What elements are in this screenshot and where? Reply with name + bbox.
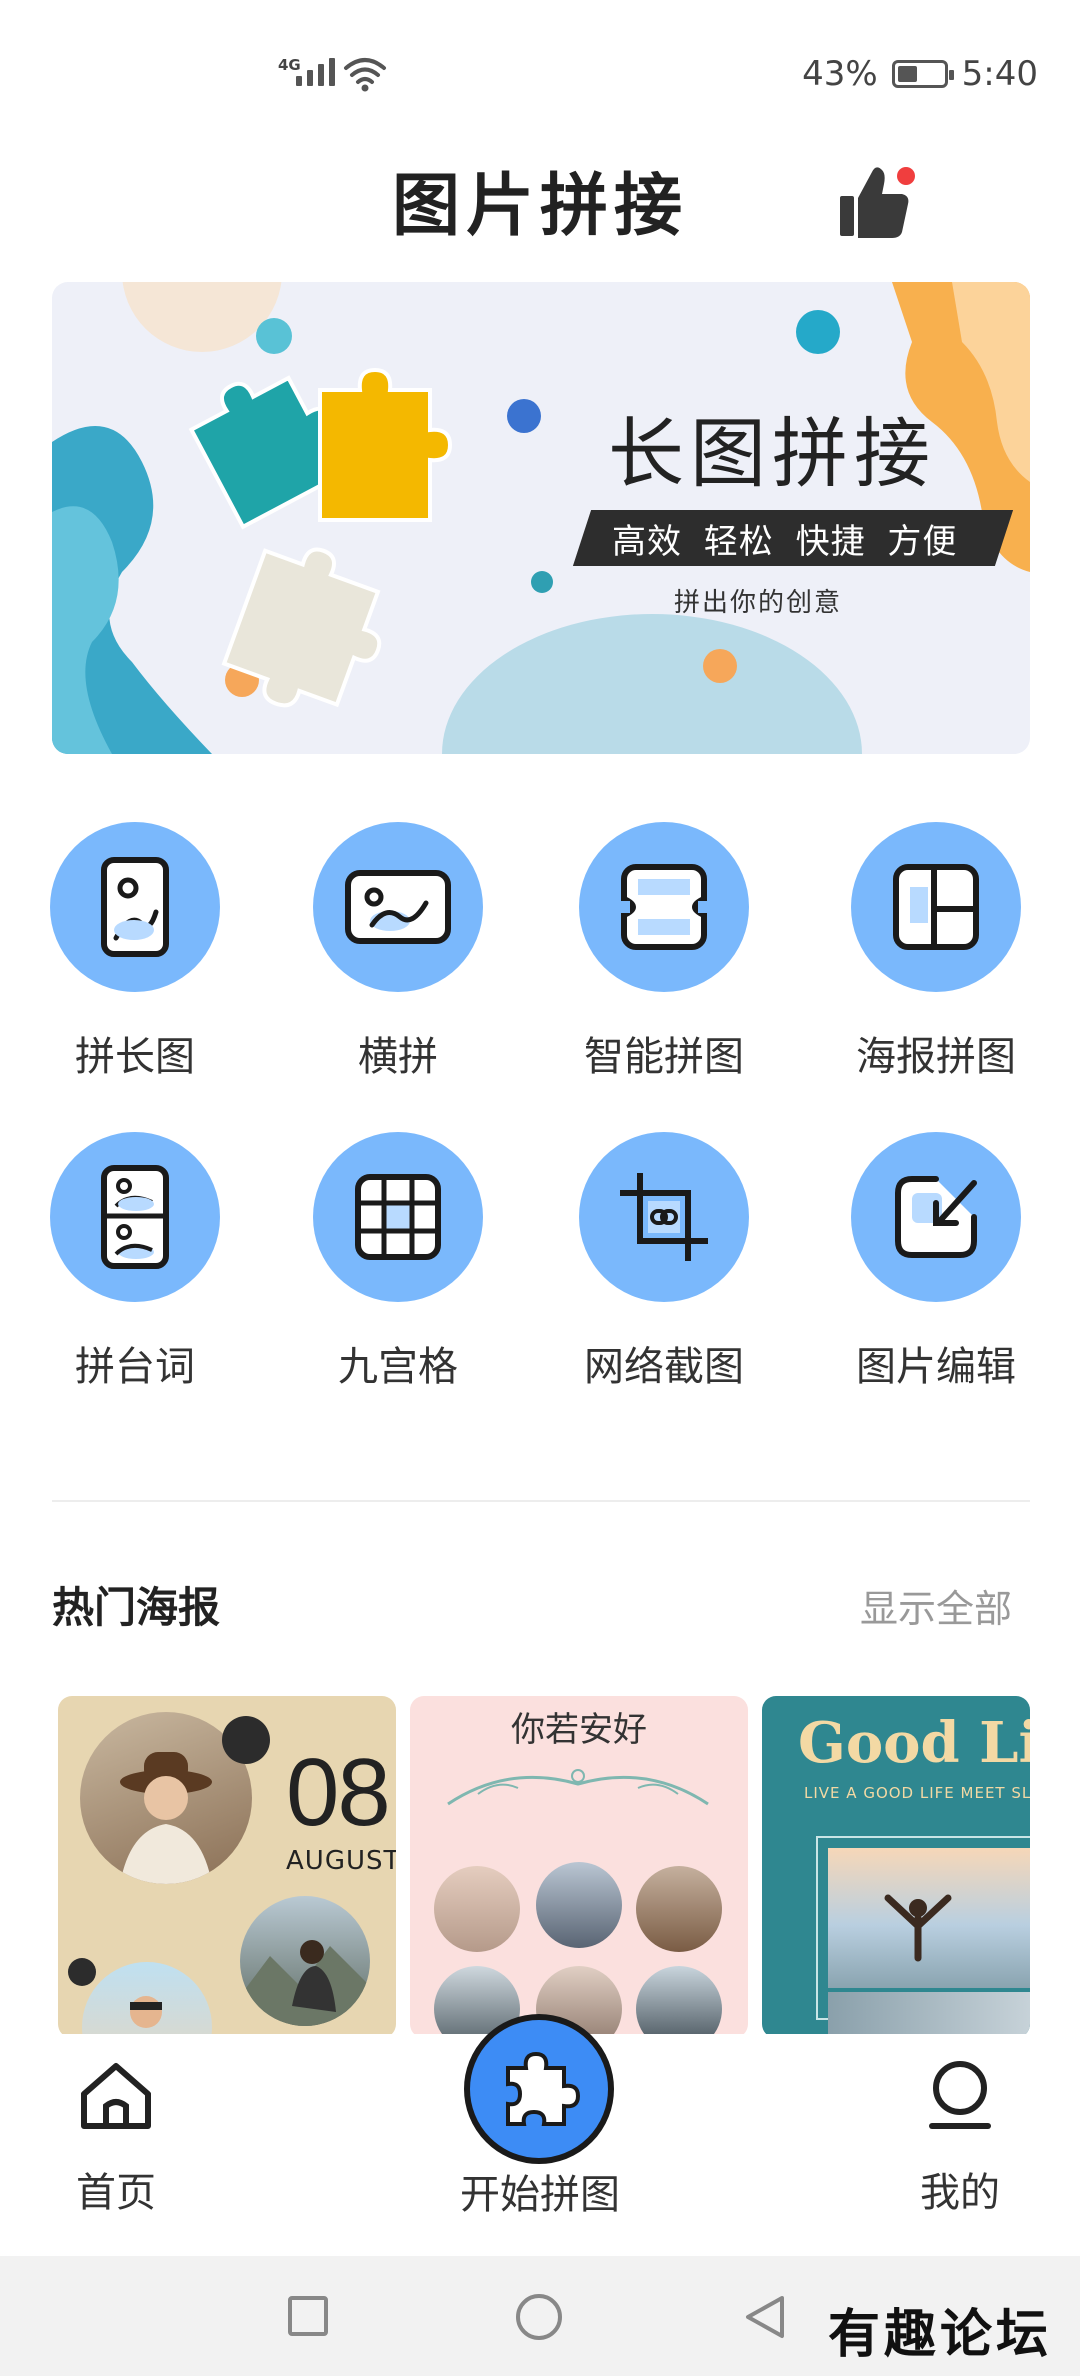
func-horizontal[interactable]: 横拼 [278, 822, 518, 1092]
poster-photo [240, 1896, 370, 2026]
battery-icon [891, 60, 954, 88]
func-label: 智能拼图 [584, 1034, 744, 1080]
func-label: 图片编辑 [856, 1344, 1016, 1390]
poster-card[interactable]: 你若安好 [410, 1696, 748, 2038]
battery-fill [897, 66, 917, 82]
tab-home[interactable]: 首页 [56, 2050, 176, 2216]
poster-subtitle: LIVE A GOOD LIFE MEET SLOW [804, 1784, 1030, 1802]
home-nav-icon[interactable] [516, 2294, 562, 2340]
notification-dot [897, 167, 915, 185]
banner-title: 长图拼接 [608, 409, 936, 498]
signal-icon [296, 58, 335, 86]
func-web-screenshot[interactable]: 网络截图 [544, 1132, 784, 1402]
nine-grid-icon [313, 1132, 483, 1302]
profile-icon [929, 2061, 991, 2129]
poster-title: 你若安好 [511, 1710, 647, 1750]
tab-mine[interactable]: 我的 [900, 2050, 1020, 2216]
clock: 5:40 [961, 54, 1038, 94]
wifi-icon [344, 58, 386, 92]
watermark-logo: 有趣论坛 [827, 2304, 1052, 2365]
divider [52, 1500, 1030, 1502]
status-bar: 4G 43% 5:40 [0, 0, 1080, 140]
poster-photo [828, 1848, 1030, 1988]
func-label: 拼长图 [75, 1034, 195, 1080]
back-icon[interactable] [742, 2292, 788, 2342]
floral-ornament [447, 1769, 709, 1806]
subtitle-stitch-icon [50, 1132, 220, 1302]
image-edit-icon [851, 1132, 1021, 1302]
decor-dot [68, 1958, 96, 1986]
tab-start-label[interactable]: 开始拼图 [420, 2162, 660, 2220]
tab-label: 首页 [76, 2170, 156, 2216]
func-label: 拼台词 [75, 1344, 195, 1390]
poster-layout-icon [851, 822, 1021, 992]
poster-card[interactable]: Good Life LIVE A GOOD LIFE MEET SLOW [762, 1696, 1030, 2038]
horizontal-image-icon [313, 822, 483, 992]
promo-banner[interactable]: 长图拼接 高效 轻松 快捷 方便 拼出你的创意 [52, 282, 1030, 754]
poster-photo [434, 1866, 520, 1952]
poster-title: Good Life [798, 1710, 1030, 1776]
func-label: 网络截图 [584, 1344, 744, 1390]
battery-percent: 43% [802, 54, 878, 94]
decor-dot [222, 1716, 270, 1764]
long-image-icon [50, 822, 220, 992]
func-smart-stitch[interactable]: 智能拼图 [544, 822, 784, 1092]
poster-month: AUGUST [286, 1846, 396, 1876]
smart-stitch-icon [579, 822, 749, 992]
func-long-image[interactable]: 拼长图 [15, 822, 255, 1092]
home-icon [81, 2063, 151, 2129]
func-image-edit[interactable]: 图片编辑 [816, 1132, 1056, 1402]
web-screenshot-icon [579, 1132, 749, 1302]
tab-label: 我的 [920, 2170, 1000, 2216]
func-nine-grid[interactable]: 九宫格 [278, 1132, 518, 1402]
poster-photo [636, 1866, 722, 1952]
poster-card[interactable]: 08 AUGUST [58, 1696, 396, 2038]
poster-photo [536, 1862, 622, 1948]
recents-icon[interactable] [288, 2296, 328, 2336]
func-label: 横拼 [358, 1034, 438, 1080]
puzzle-icon [506, 2051, 581, 2126]
thumbs-up-icon[interactable] [836, 162, 920, 242]
banner-subtitle: 拼出你的创意 [674, 588, 843, 618]
poster-photo [828, 1992, 1030, 2038]
func-label: 海报拼图 [856, 1034, 1016, 1080]
func-subtitle[interactable]: 拼台词 [15, 1132, 255, 1402]
func-poster[interactable]: 海报拼图 [816, 822, 1056, 1092]
poster-photo [82, 1962, 212, 2038]
banner-tags: 高效 轻松 快捷 方便 [612, 522, 958, 562]
start-puzzle-button[interactable] [464, 2014, 614, 2164]
section-title: 热门海报 [52, 1583, 221, 1632]
system-nav-bar: 有趣论坛 [0, 2256, 1080, 2376]
poster-day: 08 [286, 1739, 391, 1846]
func-label: 九宫格 [338, 1344, 458, 1390]
show-all-link[interactable]: 显示全部 [860, 1578, 1012, 1633]
poster-photo [636, 1966, 722, 2038]
